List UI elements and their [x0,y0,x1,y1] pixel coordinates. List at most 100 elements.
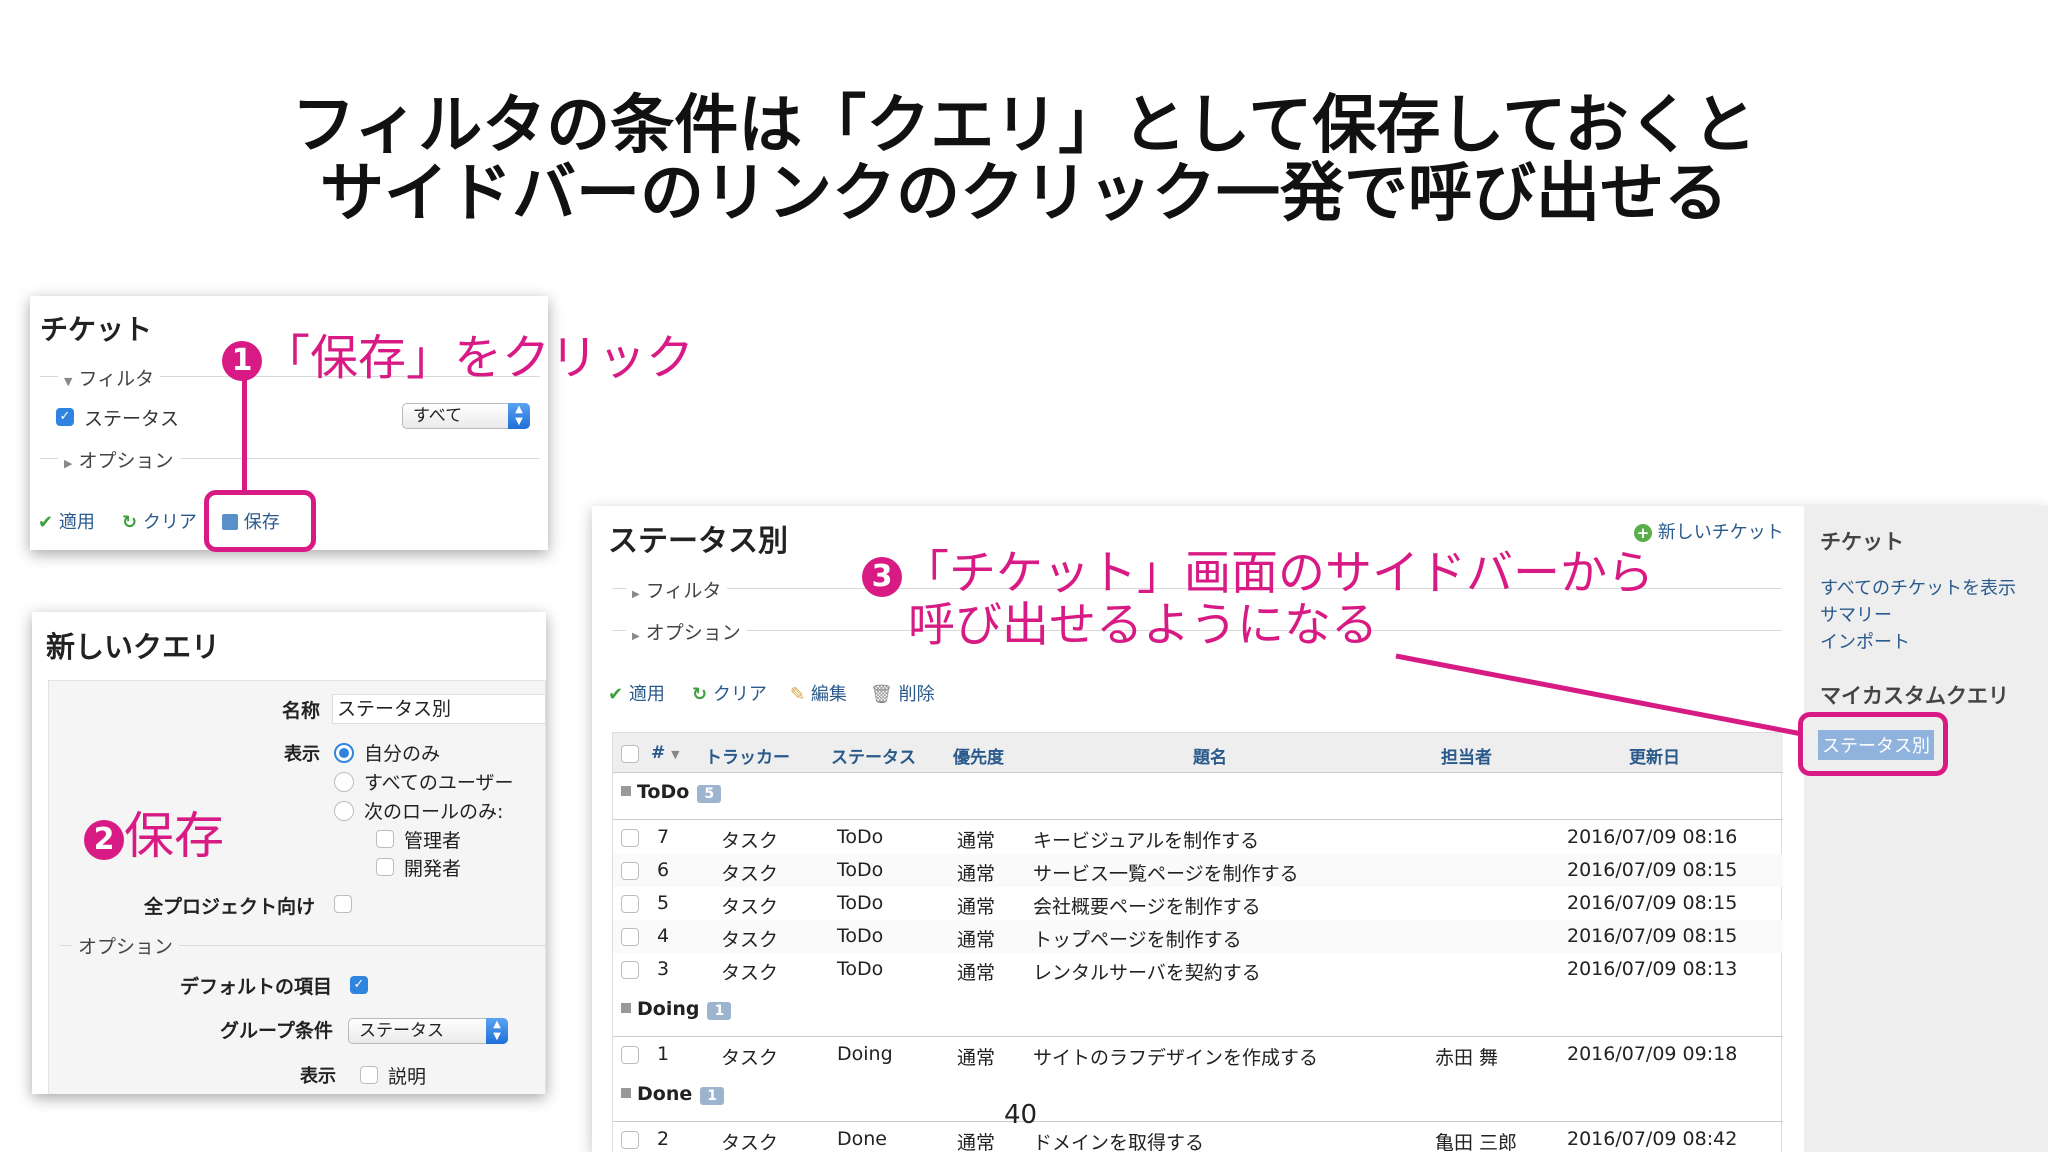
role-dev-label: 開発者 [404,858,462,880]
default-columns-checkbox[interactable]: ✓ [350,976,368,994]
group-header[interactable]: Doing 1 [621,998,732,1020]
issues-options-toggle[interactable]: ▶ オプション [626,618,747,645]
issue-priority: 通常 [957,929,996,951]
sidebar-link-import[interactable]: インポート [1820,628,1910,654]
issue-id[interactable]: 2 [657,1128,669,1150]
sidebar-link-summary[interactable]: サマリー [1820,601,1892,627]
issue-priority: 通常 [957,962,996,984]
issue-subject[interactable]: サイトのラフデザインを作成する [1033,1043,1318,1070]
triangle-down-icon: ▼ [64,375,73,388]
status-select[interactable]: すべて ▲ ▼ [402,403,530,429]
col-updated[interactable]: 更新日 [1629,743,1680,768]
row-checkbox[interactable] [621,862,639,880]
table-row[interactable]: 6 タスク ToDo 通常 サービス一覧ページを制作する 2016/07/09 08:15 [613,854,1783,887]
row-checkbox[interactable] [621,895,639,913]
row-checkbox[interactable] [621,961,639,979]
issue-subject[interactable]: トップページを制作する [1033,925,1242,952]
show-label: 表示 [300,1066,336,1087]
status-checkbox[interactable]: ✓ [56,408,74,426]
issue-id[interactable]: 4 [657,925,669,947]
issue-id[interactable]: 6 [657,859,669,881]
page-number: 40 [1004,1100,1038,1130]
select-all-checkbox[interactable] [621,745,639,763]
row-checkbox[interactable] [621,829,639,847]
issue-status: Doing [837,1043,893,1065]
visibility-roles-label: 次のロールのみ: [364,801,504,823]
col-status[interactable]: ステータス [831,743,916,768]
apply-button[interactable]: ✔ 適用 [38,508,95,534]
issue-id[interactable]: 5 [657,892,669,914]
step1-text: 「保存」をクリック [262,330,695,386]
issue-tracker: タスク [721,1132,779,1152]
name-label: 名称 [282,700,321,722]
issue-id[interactable]: 7 [657,826,669,848]
col-priority[interactable]: 優先度 [953,743,1004,768]
all-projects-checkbox[interactable] [334,895,352,913]
table-row[interactable]: 3 タスク ToDo 通常 レンタルサーバを契約する 2016/07/09 08:13 [613,953,1783,986]
save-highlight-box [204,490,316,552]
issue-id[interactable]: 3 [657,958,669,980]
name-input[interactable]: ステータス別 [332,694,546,724]
issue-subject[interactable]: ドメインを取得する [1033,1128,1204,1152]
group-header[interactable]: ToDo 5 [621,781,722,803]
status-select-value: すべて [413,406,463,426]
col-id[interactable]: # ▼ [651,743,680,763]
issue-subject[interactable]: サービス一覧ページを制作する [1033,859,1299,886]
issue-tracker: タスク [721,929,779,951]
row-checkbox[interactable] [621,1046,639,1064]
sidebar-link-all-issues[interactable]: すべてのチケットを表示 [1820,574,2016,600]
role-admin-checkbox[interactable] [376,830,394,848]
options-toggle[interactable]: ▶ オプション [58,446,180,473]
add-icon: + [1634,524,1652,542]
clear-button[interactable]: ↻ クリア [122,508,197,534]
table-row[interactable]: 1 タスク Doing 通常 サイトのラフデザインを作成する 赤田 舞 2016/07/09… [613,1038,1783,1071]
issue-tracker: タスク [721,830,779,852]
issues-edit-button[interactable]: ✎ 編集 [790,680,847,706]
step1-connector [242,378,247,492]
issues-delete-label: 削除 [898,684,935,705]
visibility-all-radio[interactable] [334,772,354,792]
table-row[interactable]: 4 タスク ToDo 通常 トップページを制作する 2016/07/09 08:15 [613,920,1783,953]
issue-assignee[interactable]: 赤田 舞 [1435,1043,1498,1070]
filter-toggle[interactable]: ▼ フィルタ [58,364,161,391]
sidebar-custom-queries-title: マイカスタムクエリ [1820,684,2009,708]
issue-assignee[interactable]: 亀田 三郎 [1435,1128,1517,1152]
sidebar-issues-title: チケット [1820,530,1904,554]
issue-priority: 通常 [957,896,996,918]
step3-annotation: 3 「チケット」画面のサイドバーから 呼び出せるようになる [862,548,1654,652]
issue-tracker: タスク [721,896,779,918]
default-columns-label: デフォルトの項目 [180,976,333,998]
filter-panel-title: チケット [40,313,153,346]
issue-id[interactable]: 1 [657,1043,669,1065]
table-row[interactable]: 5 タスク ToDo 通常 会社概要ページを制作する 2016/07/09 08:15 [613,887,1783,920]
col-subject[interactable]: 題名 [1193,743,1227,768]
new-issue-link[interactable]: + 新しいチケット [1634,518,1784,544]
table-row[interactable]: 2 タスク Done 通常 ドメインを取得する 亀田 三郎 2016/07/09 08:42 [613,1123,1783,1152]
visibility-label: 表示 [284,744,320,765]
triangle-right-icon: ▶ [64,457,73,470]
issues-apply-button[interactable]: ✔ 適用 [608,680,665,706]
visibility-roles-radio[interactable] [334,801,354,821]
row-checkbox[interactable] [621,928,639,946]
issues-delete-button[interactable]: 🗑 削除 [870,680,935,706]
role-dev-checkbox[interactable] [376,858,394,876]
issue-subject[interactable]: キービジュアルを制作する [1033,826,1259,853]
show-description-checkbox[interactable] [360,1066,378,1084]
col-assignee[interactable]: 担当者 [1441,743,1492,768]
group-by-select[interactable]: ステータス ▲ ▼ [348,1018,508,1044]
issue-priority: 通常 [957,1047,996,1069]
row-checkbox[interactable] [621,1131,639,1149]
visibility-all-label: すべてのユーザー [364,772,514,794]
issue-subject[interactable]: レンタルサーバを契約する [1033,958,1261,985]
visibility-private-radio[interactable] [334,743,354,763]
issues-filter-toggle[interactable]: ▶ フィルタ [626,576,728,603]
issue-tracker: タスク [721,863,779,885]
issues-clear-button[interactable]: ↻ クリア [692,680,767,706]
pencil-icon: ✎ [790,684,806,705]
group-name: Done [637,1083,693,1105]
group-header[interactable]: Done 1 [621,1083,724,1105]
group-by-label: グループ条件 [220,1020,333,1042]
col-tracker[interactable]: トラッカー [705,743,790,768]
issue-subject[interactable]: 会社概要ページを制作する [1033,892,1261,919]
table-row[interactable]: 7 タスク ToDo 通常 キービジュアルを制作する 2016/07/09 08:16 [613,821,1783,854]
